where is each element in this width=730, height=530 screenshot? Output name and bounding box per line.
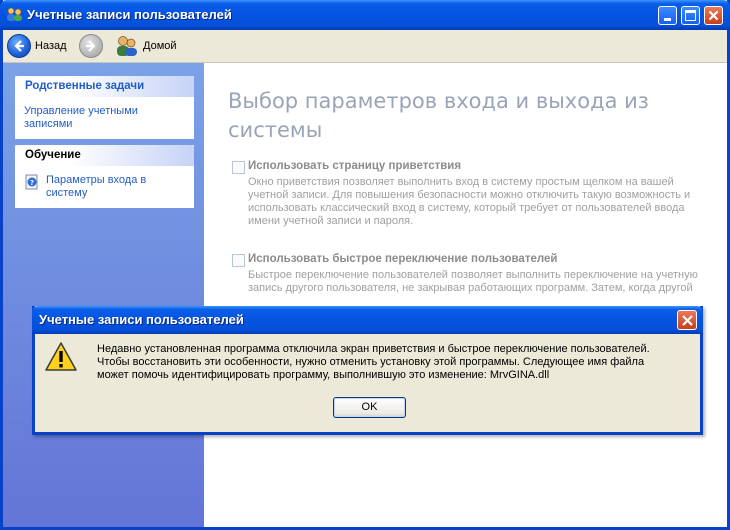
fast-user-switching-description: Быстрое переключение пользователей позво… — [248, 269, 698, 294]
warning-dialog: Учетные записи пользователей Недавно уст… — [32, 306, 703, 435]
close-icon — [682, 315, 693, 326]
learn-body: ? Параметры входа в систему — [15, 166, 194, 208]
welcome-screen-checkbox[interactable] — [232, 161, 245, 174]
dialog-message: Недавно установленная программа отключил… — [97, 343, 650, 381]
ok-button[interactable]: OK — [333, 397, 406, 418]
user-accounts-window: Учетные записи пользователей Назад Домой… — [0, 0, 730, 530]
close-button[interactable] — [704, 6, 723, 25]
warning-icon — [45, 342, 77, 371]
forward-arrow-icon — [79, 34, 103, 58]
users-icon — [7, 7, 22, 21]
back-label: Назад — [35, 40, 67, 52]
window-title: Учетные записи пользователей — [27, 7, 232, 22]
minimize-button[interactable] — [658, 6, 677, 25]
welcome-screen-description: Окно приветствия позволяет выполнить вхо… — [248, 176, 691, 227]
window-titlebar[interactable]: Учетные записи пользователей — [0, 0, 730, 30]
back-arrow-icon — [7, 34, 31, 58]
help-icon: ? — [25, 174, 38, 190]
close-icon — [708, 10, 719, 21]
task-pane: Родственные задачи Управление учетными з… — [3, 63, 204, 527]
users-home-icon — [117, 36, 137, 56]
learn-header[interactable]: Обучение — [15, 145, 194, 166]
home-button[interactable]: Домой — [115, 34, 177, 58]
fast-user-switching-checkbox[interactable] — [232, 254, 245, 267]
page-heading: Выбор параметров входа и выхода из систе… — [228, 89, 649, 142]
minimize-icon — [664, 18, 671, 21]
main-content: Выбор параметров входа и выхода из систе… — [204, 63, 727, 527]
fast-user-switching-label[interactable]: Использовать быстрое переключение пользо… — [248, 253, 557, 265]
home-label: Домой — [143, 40, 177, 52]
related-tasks-group: Родственные задачи Управление учетными з… — [15, 76, 194, 139]
back-button[interactable]: Назад — [7, 34, 67, 58]
svg-text:?: ? — [30, 179, 34, 187]
dialog-titlebar[interactable]: Учетные записи пользователей — [32, 306, 703, 334]
related-tasks-body: Управление учетными записями — [15, 97, 194, 139]
dialog-close-button[interactable] — [677, 310, 697, 330]
dialog-title: Учетные записи пользователей — [39, 312, 244, 327]
manage-accounts-link[interactable]: Управление учетными записями — [24, 105, 187, 131]
welcome-screen-label[interactable]: Использовать страницу приветствия — [248, 160, 461, 172]
logon-options-link[interactable]: Параметры входа в систему — [46, 174, 187, 200]
forward-button[interactable] — [79, 34, 103, 61]
logon-options-item[interactable]: ? Параметры входа в систему — [24, 174, 187, 200]
toolbar: Назад Домой — [3, 30, 727, 63]
learn-group: Обучение ? Параметры входа в систему — [15, 145, 194, 208]
maximize-icon — [685, 10, 696, 21]
related-tasks-header[interactable]: Родственные задачи — [15, 76, 194, 97]
maximize-button[interactable] — [681, 6, 700, 25]
